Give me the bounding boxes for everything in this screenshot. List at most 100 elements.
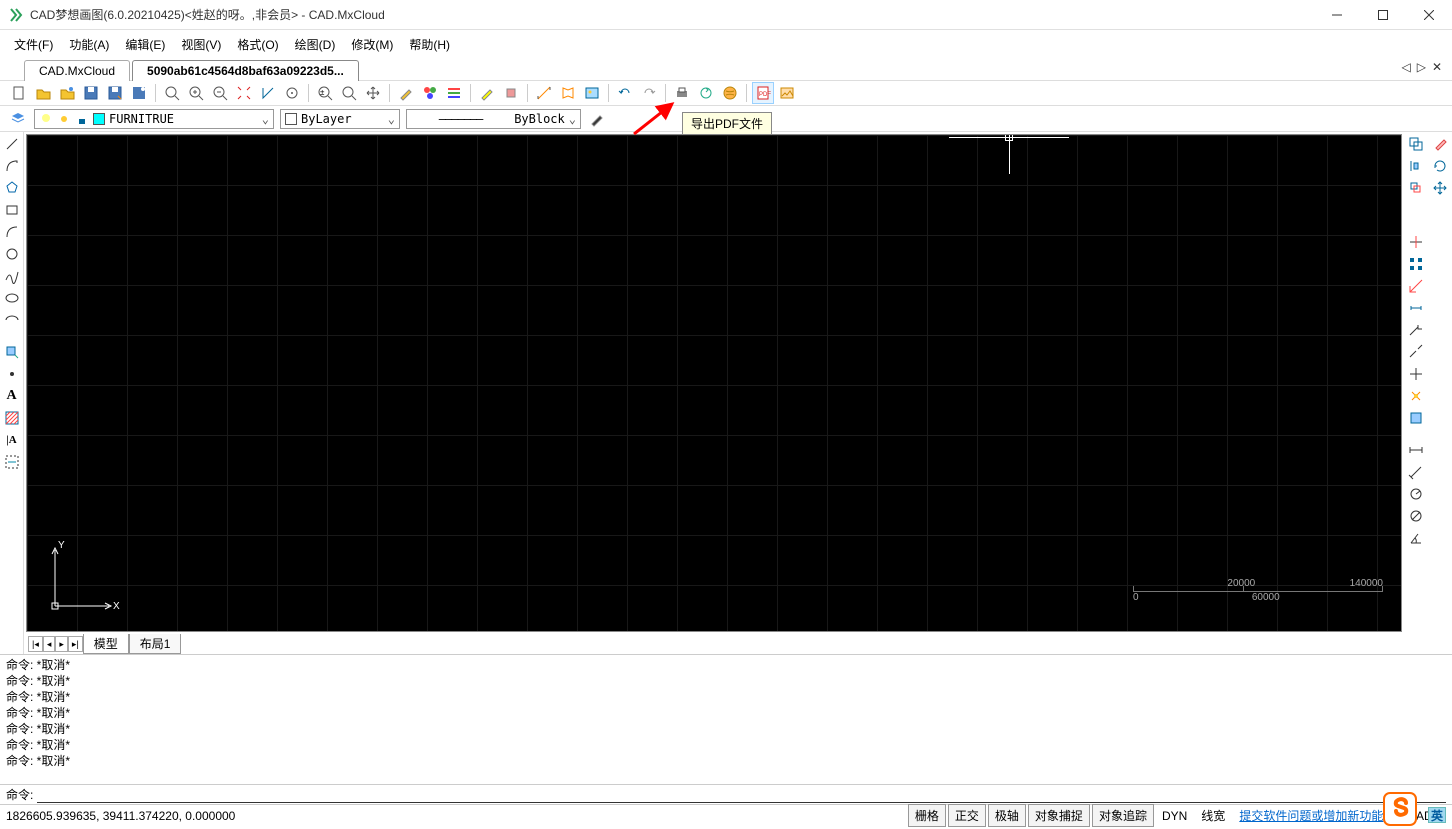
zoom-in-button[interactable] [185, 82, 207, 104]
doc-tab-2[interactable]: 5090ab61c4564d8baf63a09223d5... [132, 60, 359, 81]
toggle-dyn[interactable]: DYN [1156, 807, 1193, 825]
ime-indicator[interactable]: 英 [1428, 807, 1446, 823]
layer-manager-button[interactable] [8, 109, 28, 129]
circle-tool[interactable] [2, 244, 22, 264]
fill-button[interactable] [500, 82, 522, 104]
layers-button[interactable] [443, 82, 465, 104]
command-history[interactable]: 命令: *取消* 命令: *取消* 命令: *取消* 命令: *取消* 命令: … [0, 654, 1452, 784]
trim-tool[interactable] [1406, 232, 1426, 252]
layout-first[interactable]: |◂ [28, 636, 43, 652]
toggle-otrack[interactable]: 对象追踪 [1092, 804, 1154, 827]
hatch-tool[interactable] [2, 408, 22, 428]
tab-close-icon[interactable]: ✕ [1430, 60, 1444, 74]
copy-tool[interactable] [1406, 134, 1426, 154]
image-button[interactable] [581, 82, 603, 104]
color-button[interactable] [419, 82, 441, 104]
undo-button[interactable] [614, 82, 636, 104]
toggle-ortho[interactable]: 正交 [948, 804, 986, 827]
sogou-logo-icon[interactable] [1382, 791, 1418, 827]
spline-tool[interactable] [2, 266, 22, 286]
rectangle-tool[interactable] [2, 200, 22, 220]
layout-last[interactable]: ▸| [68, 636, 83, 652]
menu-modify[interactable]: 修改(M) [345, 33, 399, 56]
command-input[interactable] [37, 787, 1446, 803]
toggle-osnap[interactable]: 对象捕捉 [1028, 804, 1090, 827]
measure-distance-button[interactable] [533, 82, 555, 104]
save-cloud-button[interactable] [128, 82, 150, 104]
feedback-link[interactable]: 提交软件问题或增加新功能 [1233, 805, 1389, 826]
menu-function[interactable]: 功能(A) [63, 33, 115, 56]
toggle-polar[interactable]: 极轴 [988, 804, 1026, 827]
layer-combo[interactable]: FURNITRUE ⌄ [34, 109, 274, 129]
dim-diameter-tool[interactable] [1406, 506, 1426, 526]
zoom-extents-button[interactable] [233, 82, 255, 104]
insert-block-tool[interactable] [2, 342, 22, 362]
linetype-combo[interactable]: ——————— ByBlock ⌄ [406, 109, 581, 129]
mirror-tool[interactable] [1406, 156, 1426, 176]
fillet-tool[interactable] [1406, 408, 1426, 428]
ellipse-tool[interactable] [2, 288, 22, 308]
redo-button[interactable] [638, 82, 660, 104]
dim-angular-tool[interactable] [1406, 528, 1426, 548]
minimize-button[interactable] [1314, 0, 1360, 30]
pencil-button[interactable] [395, 82, 417, 104]
highlight-button[interactable] [476, 82, 498, 104]
point-tool[interactable] [2, 364, 22, 384]
extend-tool[interactable] [1406, 320, 1426, 340]
dimension-tool[interactable] [2, 452, 22, 472]
save-button[interactable] [80, 82, 102, 104]
menu-edit[interactable]: 编辑(E) [119, 33, 171, 56]
move-tool[interactable] [1406, 364, 1426, 384]
dim-linear-tool[interactable] [1406, 440, 1426, 460]
dim-aligned-tool[interactable] [1406, 462, 1426, 482]
menu-view[interactable]: 视图(V) [175, 33, 227, 56]
zoom-scale-button[interactable] [338, 82, 360, 104]
refresh-button[interactable] [695, 82, 717, 104]
print-button[interactable] [671, 82, 693, 104]
browser-button[interactable] [719, 82, 741, 104]
zoom-out-button[interactable] [209, 82, 231, 104]
menu-help[interactable]: 帮助(H) [403, 33, 456, 56]
erase-tool[interactable] [1430, 134, 1450, 154]
color-combo[interactable]: ByLayer ⌄ [280, 109, 400, 129]
rotate-tool[interactable] [1430, 156, 1450, 176]
layout-next[interactable]: ▸ [55, 636, 68, 652]
stretch-tool[interactable] [1406, 298, 1426, 318]
dim-radius-tool[interactable] [1406, 484, 1426, 504]
saveas-button[interactable] [104, 82, 126, 104]
zoom-selected-button[interactable] [257, 82, 279, 104]
toggle-lineweight[interactable]: 线宽 [1195, 805, 1231, 826]
drawing-canvas[interactable]: document.write(Array.from({length:28},(_… [26, 134, 1402, 632]
ellipse-arc-tool[interactable] [2, 310, 22, 330]
mtext-tool[interactable]: |A [2, 430, 22, 450]
zoom-window-button[interactable] [161, 82, 183, 104]
open-cloud-button[interactable] [56, 82, 78, 104]
arc-tool[interactable] [2, 222, 22, 242]
polygon-tool[interactable] [2, 178, 22, 198]
close-button[interactable] [1406, 0, 1452, 30]
maximize-button[interactable] [1360, 0, 1406, 30]
doc-tab-1[interactable]: CAD.MxCloud [24, 60, 130, 81]
open-file-button[interactable] [32, 82, 54, 104]
new-file-button[interactable] [8, 82, 30, 104]
layout-prev[interactable]: ◂ [43, 636, 56, 652]
text-tool[interactable]: A [2, 386, 22, 406]
offset-tool[interactable] [1406, 178, 1426, 198]
polyline-tool[interactable] [2, 156, 22, 176]
array-tool[interactable] [1406, 254, 1426, 274]
break-tool[interactable] [1406, 342, 1426, 362]
export-image-button[interactable] [776, 82, 798, 104]
zoom-realtime-button[interactable]: ± [314, 82, 336, 104]
explode-tool[interactable] [1406, 386, 1426, 406]
measure-area-button[interactable] [557, 82, 579, 104]
menu-file[interactable]: 文件(F) [8, 33, 59, 56]
move-button[interactable] [362, 82, 384, 104]
export-pdf-button[interactable]: PDF [752, 82, 774, 104]
layout-tab-layout1[interactable]: 布局1 [129, 634, 182, 654]
tab-next-icon[interactable]: ▷ [1415, 60, 1428, 74]
edit-linetype-button[interactable] [587, 109, 607, 129]
line-tool[interactable] [2, 134, 22, 154]
menu-draw[interactable]: 绘图(D) [289, 33, 342, 56]
toggle-grid[interactable]: 栅格 [908, 804, 946, 827]
layout-tab-model[interactable]: 模型 [83, 634, 129, 654]
